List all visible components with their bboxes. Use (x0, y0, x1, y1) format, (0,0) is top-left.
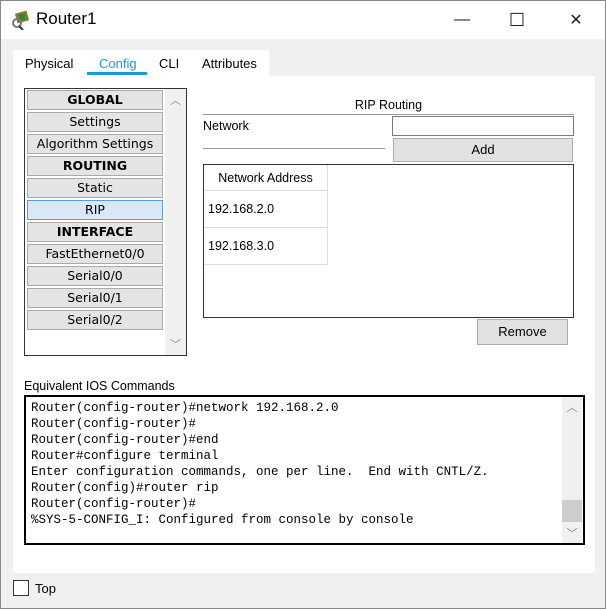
sidebar-item-serial0-0[interactable]: Serial0/0 (27, 266, 163, 286)
divider (203, 148, 385, 149)
sidebar-item-rip[interactable]: RIP (27, 200, 163, 220)
scrollbar-thumb[interactable] (562, 500, 582, 522)
console-label: Equivalent IOS Commands (24, 379, 175, 393)
sidebar-item-fastethernet0-0[interactable]: FastEthernet0/0 (27, 244, 163, 264)
top-checkbox[interactable] (13, 580, 29, 596)
table-row[interactable]: 192.168.3.0 (204, 228, 328, 265)
scroll-up-icon[interactable]: ︿ (562, 399, 582, 415)
sidebar-section-header: GLOBAL (27, 90, 163, 110)
sidebar-item-serial0-2[interactable]: Serial0/2 (27, 310, 163, 330)
console-line: Router(config-router)# (31, 497, 197, 511)
rip-routing-title: RIP Routing (354, 98, 423, 112)
table-row[interactable]: 192.168.2.0 (204, 191, 328, 228)
tab-physical[interactable]: Physical (25, 56, 73, 71)
scroll-down-icon[interactable]: ﹀ (165, 336, 186, 352)
column-header-network-address: Network Address (204, 165, 328, 191)
top-label: Top (35, 581, 56, 596)
close-button[interactable]: ✕ (553, 1, 599, 39)
console-scrollbar[interactable]: ︿ ﹀ (562, 397, 582, 543)
tab-cli[interactable]: CLI (159, 56, 179, 71)
console-line: Enter configuration commands, one per li… (31, 465, 489, 479)
sidebar-item-algorithm-settings[interactable]: Algorithm Settings (27, 134, 163, 154)
console-line: %SYS-5-CONFIG_I: Configured from console… (31, 513, 414, 527)
scroll-up-icon[interactable]: ︿ (165, 92, 186, 108)
sidebar-section-header: INTERFACE (27, 222, 163, 242)
sidebar-section-header: ROUTING (27, 156, 163, 176)
console-line: Router(config-router)# (31, 417, 197, 431)
divider (203, 114, 574, 115)
minimize-button[interactable]: — (439, 1, 485, 39)
tab-config[interactable]: Config (99, 56, 137, 71)
console-line: Router(config)#router rip (31, 481, 219, 495)
maximize-button[interactable]: ☐ (494, 1, 540, 39)
sidebar-scrollbar[interactable]: ︿ ﹀ (165, 89, 186, 355)
remove-button[interactable]: Remove (477, 319, 568, 345)
network-label: Network (203, 119, 249, 133)
sidebar-item-serial0-1[interactable]: Serial0/1 (27, 288, 163, 308)
console-line: Router#configure terminal (31, 449, 219, 463)
router-icon (11, 10, 31, 31)
network-input[interactable] (392, 116, 574, 136)
title-bar: Router1 — ☐ ✕ (1, 1, 605, 39)
sidebar-item-static[interactable]: Static (27, 178, 163, 198)
console-line: Router(config-router)#network 192.168.2.… (31, 401, 339, 415)
add-button[interactable]: Add (393, 138, 573, 162)
active-tab-indicator (87, 72, 147, 75)
window-title: Router1 (36, 9, 97, 28)
console-line: Router(config-router)#end (31, 433, 219, 447)
sidebar-item-settings[interactable]: Settings (27, 112, 163, 132)
scroll-down-icon[interactable]: ﹀ (562, 525, 582, 541)
tab-attributes[interactable]: Attributes (202, 56, 257, 71)
ios-commands-console[interactable]: Router(config-router)#network 192.168.2.… (24, 395, 585, 545)
